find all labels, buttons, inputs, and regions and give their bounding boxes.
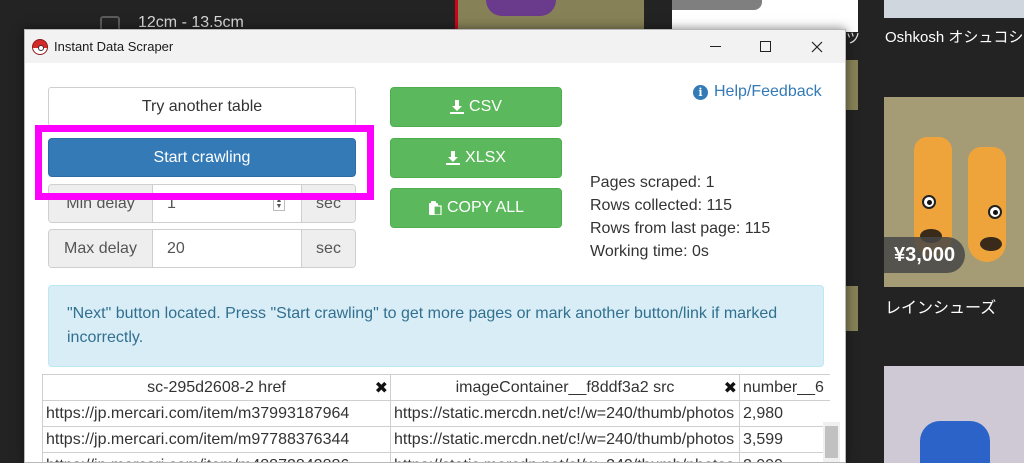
minimize-button[interactable] (692, 30, 738, 63)
product-thumbnail-3[interactable] (884, 0, 1024, 18)
listing-title-2[interactable]: レインシューズ (885, 294, 996, 318)
help-feedback-link[interactable]: i Help/Feedback (693, 83, 822, 101)
help-feedback-label: Help/Feedback (714, 83, 822, 100)
results-table-container[interactable]: sc-295d2608-2 href ✖ imageContainer__f8dd… (42, 374, 830, 462)
clipboard-icon (428, 201, 442, 215)
table-row: https://jp.mercari.com/item/m48872842886… (42, 452, 830, 462)
copy-all-button[interactable]: COPY ALL (390, 188, 562, 228)
table-cell: https://static.mercdn.net/c!/w=240/thumb… (390, 426, 740, 453)
pages-scraped: Pages scraped: 1 (590, 174, 715, 191)
pokeball-app-icon (32, 39, 48, 55)
listing-price-badge: ¥3,000 (884, 237, 966, 273)
title-bar[interactable]: Instant Data Scraper (25, 30, 845, 63)
table-scrollbar[interactable] (823, 422, 840, 462)
working-time: Working time: 0s (590, 243, 709, 260)
results-table: sc-295d2608-2 href ✖ imageContainer__f8dd… (42, 374, 830, 462)
info-icon: i (693, 84, 708, 100)
product-thumbnail-edge (846, 286, 858, 331)
maximize-icon (759, 41, 771, 52)
copy-all-label: COPY ALL (446, 199, 525, 216)
table-cell: https://static.mercdn.net/c!/w=240/thumb… (390, 452, 740, 462)
table-cell: https://jp.mercari.com/item/m48872842886 (42, 452, 391, 462)
table-row: https://jp.mercari.com/item/m97788376344… (42, 426, 830, 453)
max-delay-group: Max delay 20 sec (48, 229, 356, 268)
column-header[interactable]: sc-295d2608-2 href ✖ (42, 374, 391, 401)
max-delay-unit: sec (301, 230, 355, 267)
table-cell: https://jp.mercari.com/item/m37993187964 (42, 400, 391, 427)
column-header-label: imageContainer__f8ddf3a2 src (455, 378, 675, 396)
column-header[interactable]: number__6 (739, 374, 830, 401)
product-thumbnail-edge (846, 60, 858, 110)
annotation-highlight-box (35, 125, 374, 200)
max-delay-value: 20 (167, 239, 185, 257)
csv-label: CSV (469, 98, 502, 115)
column-header-label: sc-295d2608-2 href (147, 378, 286, 396)
remove-column-icon[interactable]: ✖ (724, 378, 737, 398)
remove-column-icon[interactable]: ✖ (375, 378, 388, 398)
next-button-alert: "Next" button located. Press "Start craw… (48, 285, 824, 367)
table-cell: 2,980 (739, 400, 830, 427)
csv-download-button[interactable]: CSV (390, 87, 562, 127)
listing-title-1[interactable]: Oshkosh オシュコシ 長靴 14cm レインシ (885, 26, 1024, 50)
try-another-table-button[interactable]: Try another table (48, 87, 356, 126)
table-cell: 3,599 (739, 426, 830, 453)
scrollbar-thumb[interactable] (825, 426, 838, 458)
xlsx-download-button[interactable]: XLSX (390, 138, 562, 178)
max-delay-label: Max delay (49, 230, 153, 267)
product-thumbnail-2[interactable] (672, 0, 858, 32)
window-content: Try another table Start crawling Min del… (25, 63, 845, 462)
product-thumbnail-1[interactable] (458, 0, 644, 32)
max-delay-input[interactable]: 20 (153, 230, 301, 267)
background-page-header: 12cm - 13.5cm (0, 0, 455, 36)
product-thumbnail-4[interactable] (884, 366, 1024, 463)
scraper-window: Instant Data Scraper Try another table S… (24, 29, 846, 463)
table-cell: https://static.mercdn.net/c!/w=240/thumb… (390, 400, 740, 427)
rows-collected: Rows collected: 115 (590, 197, 732, 214)
download-icon (450, 100, 465, 114)
rows-from-last-page: Rows from last page: 115 (590, 220, 771, 237)
minimize-icon (709, 46, 721, 47)
close-button[interactable] (794, 30, 840, 63)
column-header-label: number__6 (743, 378, 824, 396)
table-row: https://jp.mercari.com/item/m37993187964… (42, 400, 830, 427)
crawl-stats: Pages scraped: 1 Rows collected: 115 Row… (590, 171, 770, 263)
close-icon (811, 41, 823, 52)
table-cell: https://jp.mercari.com/item/m97788376344 (42, 426, 391, 453)
column-header[interactable]: imageContainer__f8ddf3a2 src ✖ (390, 374, 740, 401)
window-title: Instant Data Scraper (54, 39, 174, 54)
download-icon (446, 151, 461, 165)
listing-title-partial: ツ (846, 30, 860, 46)
table-cell: 2,999 (739, 452, 830, 462)
xlsx-label: XLSX (465, 149, 506, 166)
maximize-button[interactable] (742, 30, 788, 63)
